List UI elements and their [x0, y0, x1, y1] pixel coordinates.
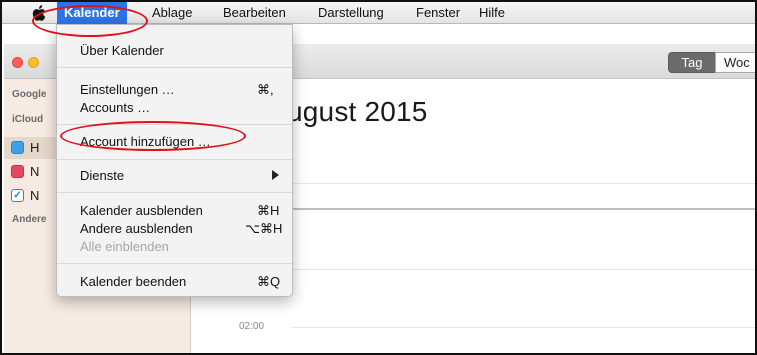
- menu-item-ueber-kalender[interactable]: Über Kalender: [80, 42, 164, 59]
- month-title: ugust 2015: [287, 96, 428, 127]
- calendar-checked-checkbox[interactable]: ✓: [11, 189, 24, 202]
- sidebar-calendar-label: H: [30, 140, 40, 155]
- shortcut-kalender-beenden: ⌘Q: [257, 274, 281, 289]
- menu-separator: [57, 159, 292, 160]
- sidebar-group-icloud: iCloud: [12, 114, 44, 125]
- kalender-dropdown-menu: Über Kalender Einstellungen … ⌘, Account…: [56, 24, 293, 297]
- minimize-window-button[interactable]: [28, 57, 39, 68]
- menu-item-einstellungen[interactable]: Einstellungen …: [80, 81, 175, 98]
- sidebar-group-other: Andere: [12, 214, 47, 225]
- menu-darstellung[interactable]: Darstellung: [311, 2, 391, 24]
- menu-item-accounts[interactable]: Accounts …: [80, 99, 150, 116]
- menu-item-kalender-beenden[interactable]: Kalender beenden: [80, 273, 186, 290]
- submenu-arrow-icon: [272, 170, 279, 180]
- hour-line: [291, 269, 755, 270]
- menu-item-kalender-ausblenden[interactable]: Kalender ausblenden: [80, 202, 203, 219]
- menu-item-andere-ausblenden[interactable]: Andere ausblenden: [80, 220, 193, 237]
- all-day-divider: [291, 183, 755, 184]
- sidebar-calendar-label: N: [30, 164, 40, 179]
- close-window-button[interactable]: [12, 57, 23, 68]
- menu-separator: [57, 192, 292, 193]
- menu-ablage[interactable]: Ablage: [145, 2, 199, 24]
- sidebar-group-google: Google: [12, 89, 47, 100]
- calendar-color-checkbox[interactable]: [11, 165, 24, 178]
- menu-fenster[interactable]: Fenster: [409, 2, 467, 24]
- shortcut-kalender-ausblenden: ⌘H: [257, 203, 280, 218]
- menu-separator: [57, 263, 292, 264]
- shortcut-einstellungen: ⌘,: [257, 82, 274, 97]
- calendar-color-checkbox[interactable]: [11, 141, 24, 154]
- screenshot-frame: Tag Woc Google iCloud H N ✓ N Andere ugu…: [0, 0, 757, 355]
- menu-item-dienste[interactable]: Dienste: [80, 167, 124, 184]
- shortcut-andere-ausblenden: ⌥⌘H: [245, 221, 283, 236]
- view-day-button[interactable]: Tag: [668, 52, 716, 73]
- sidebar-calendar-label: N: [30, 188, 40, 203]
- annotation-ellipse-account-hinzufuegen: [60, 121, 246, 151]
- menu-item-alle-einblenden: Alle einblenden: [80, 239, 169, 254]
- menu-bearbeiten[interactable]: Bearbeiten: [216, 2, 293, 24]
- hour-line: [291, 327, 755, 328]
- view-week-button[interactable]: Woc: [715, 52, 755, 73]
- menu-separator: [57, 67, 292, 68]
- time-label: 02:00: [239, 321, 265, 332]
- annotation-ellipse-kalender-menu: [32, 5, 148, 37]
- menu-hilfe[interactable]: Hilfe: [472, 2, 512, 24]
